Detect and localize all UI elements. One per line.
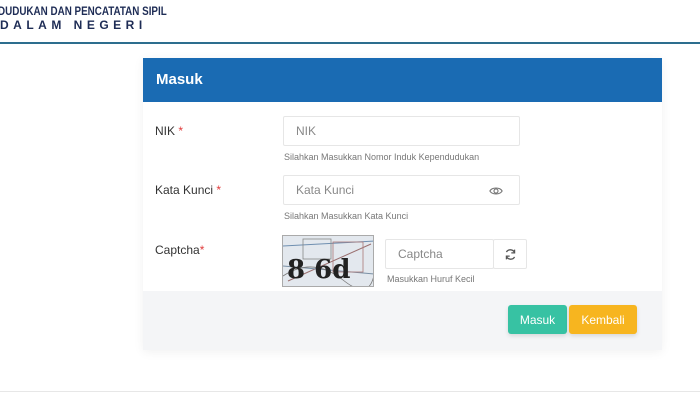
password-label-row: Kata Kunci *: [155, 183, 221, 197]
captcha-label-row: Captcha*: [155, 243, 204, 257]
password-hint: Silahkan Masukkan Kata Kunci: [284, 211, 409, 221]
password-input[interactable]: [284, 176, 519, 204]
card-header: Masuk: [143, 58, 662, 102]
captcha-hint: Masukkan Huruf Kecil: [387, 274, 475, 284]
password-label: Kata Kunci: [155, 183, 214, 197]
nik-label-row: NIK *: [155, 124, 183, 138]
password-field-wrapper: [283, 175, 520, 205]
top-header: DUDUKAN DAN PENCATATAN SIPIL DALAM NEGER…: [0, 0, 700, 44]
captcha-label: Captcha: [155, 243, 200, 257]
card-title: Masuk: [156, 71, 203, 88]
captcha-text: 8 6d: [287, 255, 350, 285]
captcha-refresh-button[interactable]: [493, 239, 527, 269]
brand-line-1: DUDUKAN DAN PENCATATAN SIPIL: [0, 4, 167, 18]
nik-field-wrapper: [283, 116, 520, 146]
nik-input[interactable]: [284, 117, 519, 145]
captcha-image: 8 6d: [282, 235, 374, 287]
nik-hint: Silahkan Masukkan Nomor Induk Kependuduk…: [284, 152, 480, 162]
captcha-required-mark: *: [199, 243, 205, 257]
captcha-field-wrapper: [385, 239, 494, 269]
back-button[interactable]: Kembali: [569, 305, 637, 334]
page-bottom-divider: [0, 391, 700, 392]
password-required-mark: *: [216, 183, 222, 197]
login-card: Masuk NIK * Silahkan Masukkan Nomor Indu…: [143, 58, 662, 350]
submit-button[interactable]: Masuk: [508, 305, 567, 334]
refresh-icon: [505, 249, 516, 260]
brand-line-2: DALAM NEGERI: [0, 18, 147, 32]
nik-label: NIK: [155, 124, 176, 138]
nik-required-mark: *: [178, 124, 184, 138]
eye-icon[interactable]: [489, 184, 503, 198]
captcha-input[interactable]: [386, 240, 493, 268]
